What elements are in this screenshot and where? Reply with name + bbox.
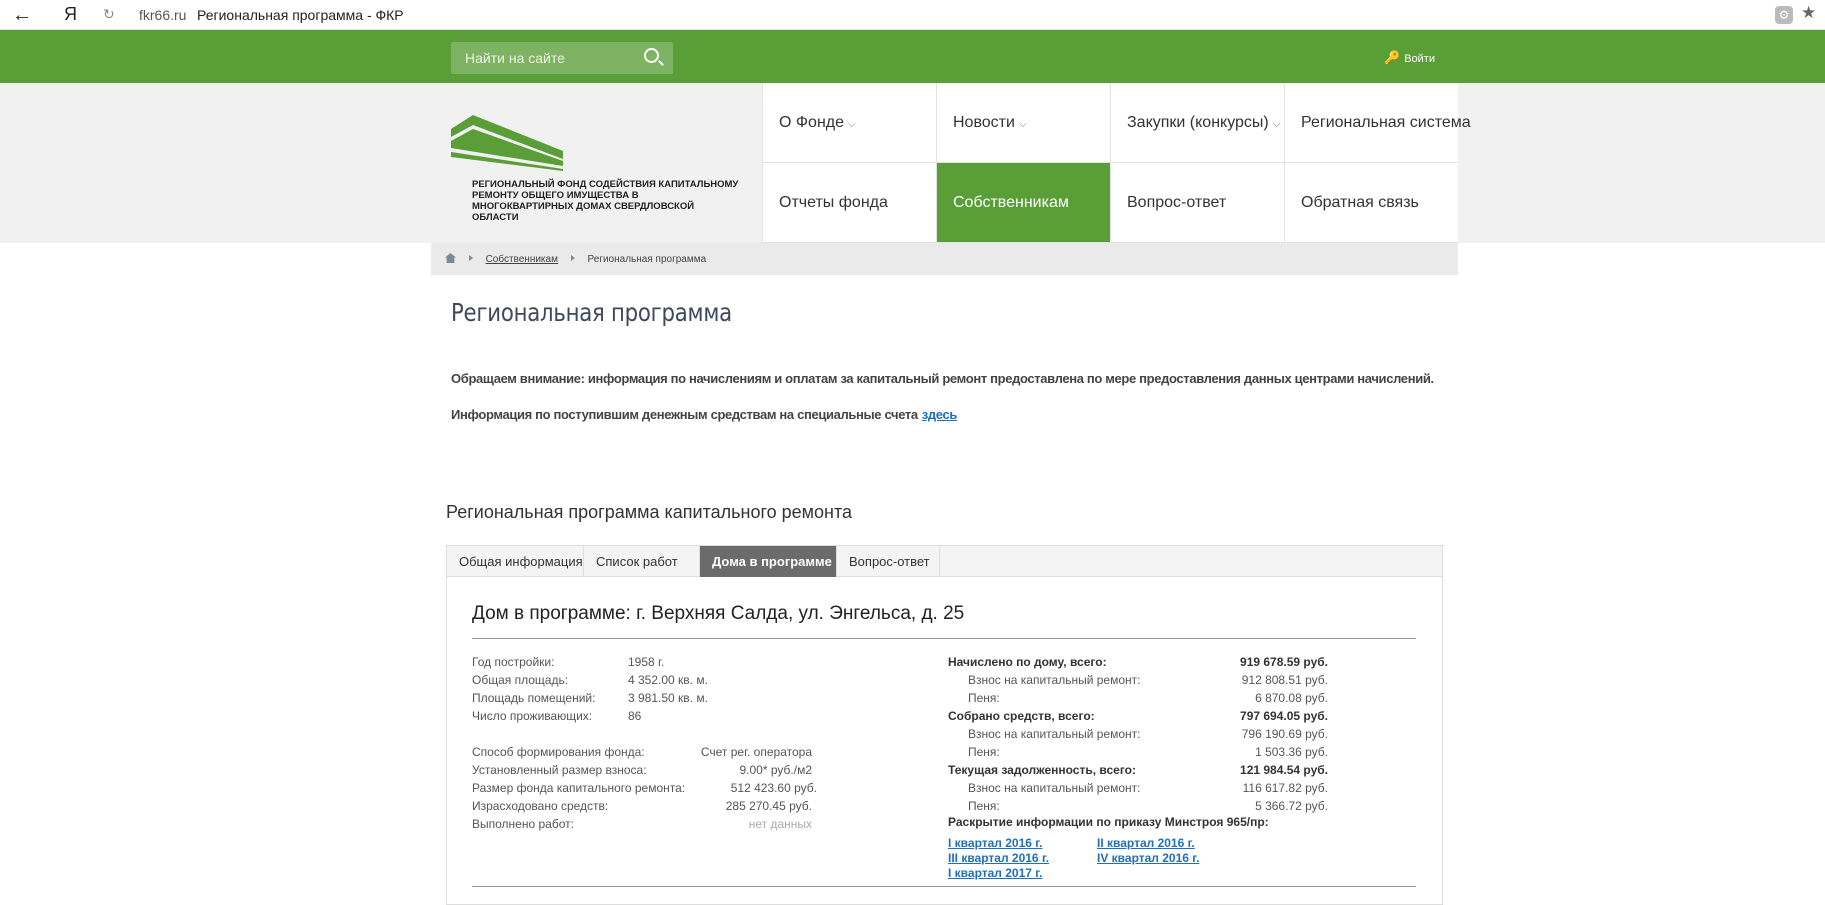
disclosure-heading: Раскрытие информации по приказу Минстроя… [948, 815, 1269, 829]
finance-row: Взнос на капитальный ремонт: 796 190.69 р… [968, 727, 1328, 741]
logo-building-icon [451, 115, 563, 171]
home-icon[interactable] [445, 253, 456, 263]
info-row: Израсходовано средств: 285 270.45 руб. [472, 799, 812, 813]
menu-item-faq[interactable]: Вопрос-ответ [1110, 163, 1284, 243]
menu-item-feedback[interactable]: Обратная связь [1284, 163, 1458, 243]
search-placeholder: Найти на сайте [465, 50, 565, 66]
program-heading: Региональная программа капитального ремо… [446, 502, 853, 522]
tab-general-info[interactable]: Общая информация [447, 546, 584, 577]
house-finance: Начислено по дому, всего: 919 678.59 руб.… [948, 653, 1328, 815]
info-row: Площадь помещений: 3 981.50 кв. м. [472, 691, 708, 705]
finance-row: Пеня: 5 366.72 руб. [968, 799, 1328, 813]
finance-row: Взнос на капитальный ремонт: 116 617.82 р… [968, 781, 1328, 795]
logo-text: Региональный фонд содействия капитальном… [472, 179, 739, 223]
breadcrumb-separator-icon [570, 255, 575, 261]
program-tabs: Общая информация Список работ Дома в про… [447, 546, 1442, 577]
chevron-down-icon: ⌵ [848, 119, 856, 130]
page-title: Региональная программа [451, 298, 732, 327]
info-row: Год постройки: 1958 г. [472, 655, 665, 669]
menu-label: Собственникам [953, 194, 1069, 211]
login-label: Войти [1404, 53, 1435, 65]
menu-label: О Фонде [779, 114, 845, 131]
breadcrumb: Собственникам Региональная программа [431, 243, 1458, 275]
menu-item-regional-system[interactable]: Региональная система [1284, 83, 1471, 163]
login-link[interactable]: 🔑 Войти [1384, 50, 1435, 66]
menu-label: Обратная связь [1301, 194, 1419, 211]
quarter-link[interactable]: II квартал 2016 г. [1097, 836, 1195, 850]
finance-row: Пеня: 6 870.08 руб. [968, 691, 1328, 705]
menu-label: Региональная система [1301, 114, 1471, 131]
breadcrumb-current: Региональная программа [587, 254, 707, 265]
house-general-info: Год постройки: 1958 г. Общая площадь: 4 35… [472, 653, 792, 725]
menu-label: Отчеты фонда [779, 194, 888, 211]
address-domain[interactable]: fkr66.ru [139, 7, 186, 23]
menu-item-about[interactable]: О Фонде ⌵ [762, 83, 936, 163]
program-panel: Общая информация Список работ Дома в про… [446, 545, 1443, 905]
reload-icon[interactable]: ↻ [103, 6, 115, 23]
menu-item-reports[interactable]: Отчеты фонда [762, 163, 936, 243]
finance-row: Текущая задолженность, всего: 121 984.54 … [948, 763, 1328, 777]
info-row: Размер фонда капитального ремонта: 512 42… [472, 781, 817, 795]
divider [472, 886, 1416, 887]
key-icon: 🔑 [1384, 50, 1401, 65]
divider [472, 638, 1416, 639]
tab-faq[interactable]: Вопрос-ответ [837, 546, 940, 577]
info-row: Число проживающих: 86 [472, 709, 642, 723]
search-icon[interactable] [644, 48, 659, 63]
notice-text: Обращаем внимание: информация по начисле… [451, 371, 1434, 386]
site-topbar: Найти на сайте 🔑 Войти [0, 30, 1825, 83]
chevron-down-icon: ⌵ [1018, 119, 1027, 130]
info-row: Установленный размер взноса: 9.00* руб./м… [472, 763, 812, 777]
info-row: Способ формирования фонда: Счет рег. опер… [472, 745, 812, 759]
finance-row: Собрано средств, всего: 797 694.05 руб. [948, 709, 1328, 723]
menu-label: Вопрос-ответ [1127, 194, 1227, 211]
bookmark-star-icon[interactable]: ★ [1801, 3, 1816, 23]
house-fund-info: Способ формирования фонда: Счет рег. опер… [472, 743, 842, 833]
menu-label: Новости [953, 114, 1015, 131]
breadcrumb-separator-icon [468, 255, 473, 261]
menu-item-purchases[interactable]: Закупки (конкурсы) ⌵ [1110, 83, 1284, 163]
special-accounts-link[interactable]: здесь [922, 407, 958, 422]
menu-item-news[interactable]: Новости ⌵ [936, 83, 1110, 163]
yandex-icon[interactable]: Я [64, 4, 77, 25]
finance-row: Пеня: 1 503.36 руб. [968, 745, 1328, 759]
info-row: Выполнено работ: нет данных [472, 817, 812, 831]
site-logo[interactable]: Региональный фонд содействия капитальном… [451, 115, 738, 225]
menu-item-owners[interactable]: Собственникам [936, 163, 1110, 243]
house-title: Дом в программе: г. Верхняя Салда, ул. Э… [472, 603, 965, 624]
menu-label: Закупки (конкурсы) [1127, 114, 1269, 131]
quarter-link[interactable]: I квартал 2016 г. [948, 836, 1042, 850]
special-accounts-text: Информация по поступившим денежным средс… [451, 407, 918, 422]
site-search-input[interactable]: Найти на сайте [451, 42, 673, 74]
finance-row: Начислено по дому, всего: 919 678.59 руб. [948, 655, 1328, 669]
special-accounts-info: Информация по поступившим денежным средс… [451, 407, 957, 422]
quarter-link[interactable]: III квартал 2016 г. [948, 851, 1049, 865]
tab-houses[interactable]: Дома в программе [700, 546, 837, 577]
quarter-link[interactable]: IV квартал 2016 г. [1097, 851, 1199, 865]
address-page-title[interactable]: Региональная программа - ФКР [197, 7, 404, 23]
breadcrumb-owners-link[interactable]: Собственникам [486, 254, 558, 265]
main-menu: О Фонде ⌵ Новости ⌵ Закупки (конкурсы) ⌵ Ре… [762, 83, 1471, 243]
quarter-link[interactable]: I квартал 2017 г. [948, 866, 1042, 880]
chevron-down-icon: ⌵ [1272, 119, 1281, 130]
back-arrow-icon[interactable]: ← [12, 4, 32, 27]
extension-icon[interactable]: ⚙ [1775, 6, 1793, 24]
info-row: Общая площадь: 4 352.00 кв. м. [472, 673, 708, 687]
finance-row: Взнос на капитальный ремонт: 912 808.51 р… [968, 673, 1328, 687]
browser-bar: ← Я ↻ fkr66.ru Региональная программа - … [0, 0, 1825, 30]
tab-works-list[interactable]: Список работ [584, 546, 700, 577]
